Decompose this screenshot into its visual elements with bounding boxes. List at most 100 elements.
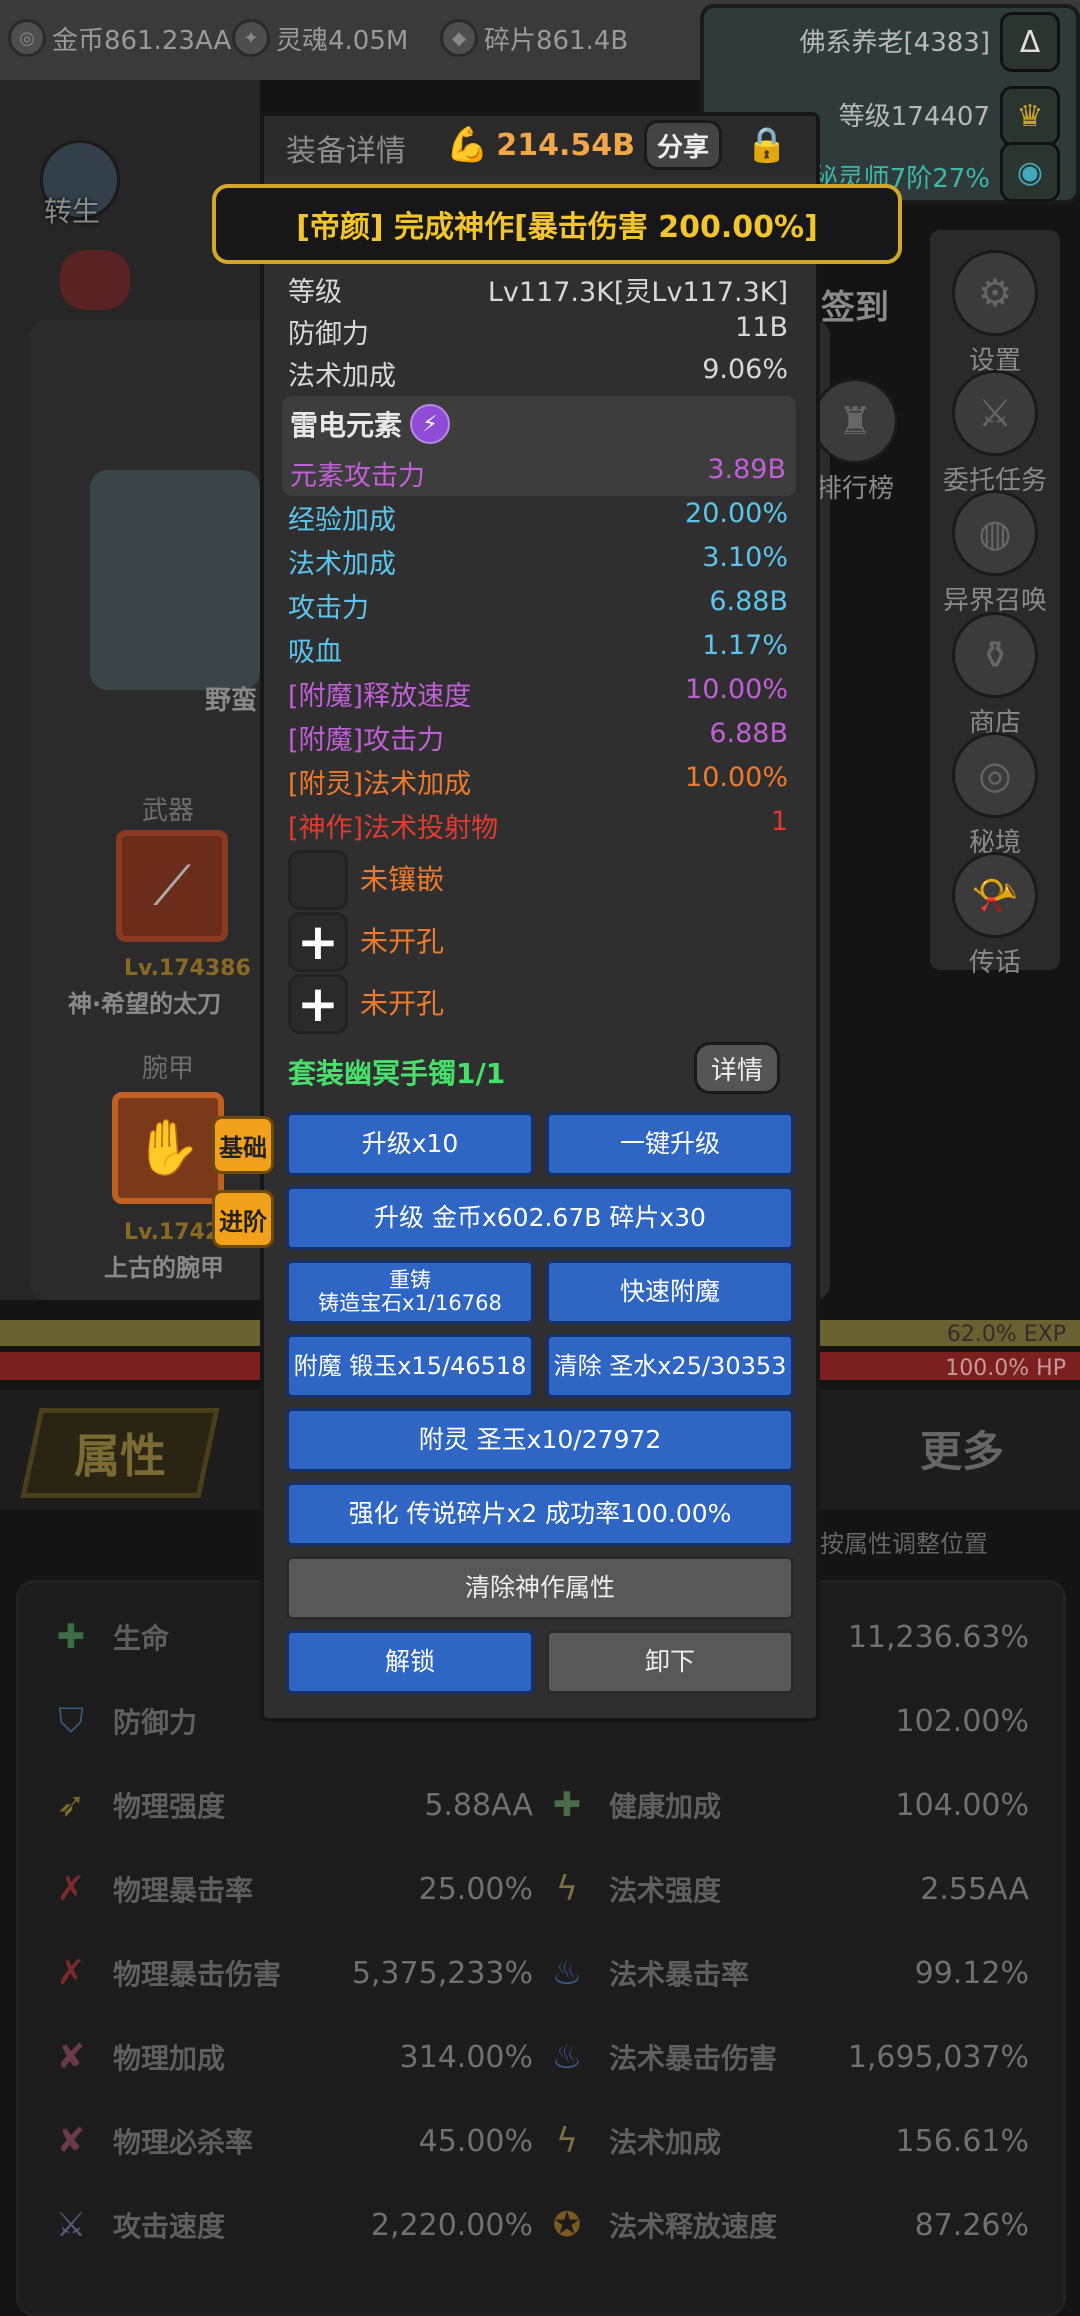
strengthen-button[interactable]: 强化 传说碎片x2 成功率100.00% bbox=[286, 1482, 794, 1546]
bracer-slot-label: 腕甲 bbox=[142, 1054, 195, 1084]
unequip-button[interactable]: 卸下 bbox=[546, 1630, 794, 1694]
weapon-slot[interactable]: ⟋ bbox=[116, 830, 228, 942]
spirit-attach-button[interactable]: 附灵 圣玉x10/27972 bbox=[286, 1408, 794, 1472]
extra-stat-row: [神作]法术投射物 1 bbox=[288, 806, 788, 844]
katana-icon: ⟋ bbox=[153, 854, 191, 917]
stat-row: ϟ 法术加成 156.61% bbox=[539, 2099, 1039, 2183]
stat-row: ✘ 物理必杀率 45.00% bbox=[43, 2099, 543, 2183]
stat-row: ➶ 物理强度 5.88AA bbox=[43, 1763, 543, 1847]
tab-basic[interactable]: 基础 bbox=[212, 1116, 274, 1174]
bracer-level: Lv.1742 bbox=[124, 1220, 221, 1245]
stat-name: 法术强度 bbox=[609, 1874, 722, 1907]
socket-empty[interactable] bbox=[288, 850, 348, 910]
shard-resource: ◆ 碎片861.4B bbox=[440, 14, 628, 62]
shard-icon: ◆ bbox=[440, 19, 478, 57]
stat-name: 物理暴击伤害 bbox=[113, 1958, 282, 1991]
combat-power: 💪 214.54B bbox=[446, 125, 635, 165]
set-detail-button[interactable]: 详情 bbox=[694, 1042, 780, 1094]
rebirth-label[interactable]: 转生 bbox=[44, 190, 100, 230]
character-helmet bbox=[90, 470, 260, 690]
settings-button[interactable]: ⚙ 设置 bbox=[920, 250, 1070, 377]
physical-strength-icon: ➶ bbox=[56, 1785, 86, 1825]
extra-stat-row: 吸血 1.17% bbox=[288, 630, 788, 668]
physical-crit-icon: ✗ bbox=[56, 1869, 86, 1909]
hp-text: 100.0% HP bbox=[945, 1356, 1066, 1381]
summon-button[interactable]: ◍ 异界召唤 bbox=[920, 490, 1070, 617]
bracer-slot[interactable]: ✋ bbox=[112, 1092, 224, 1204]
lightning-orb-icon: ⚡ bbox=[410, 404, 451, 444]
quick-enchant-button[interactable]: 快速附魔 bbox=[546, 1260, 794, 1324]
stat-row: ✚ 健康加成 104.00% bbox=[539, 1763, 1039, 1847]
commission-button[interactable]: ⚔ 委托任务 bbox=[920, 370, 1070, 497]
shop-button[interactable]: ⚱ 商店 bbox=[920, 612, 1070, 739]
stat-value: 104.00% bbox=[895, 1787, 1029, 1823]
extra-stat-row: 法术加成 3.10% bbox=[288, 542, 788, 580]
tab-attributes[interactable]: 属性 bbox=[20, 1408, 220, 1498]
stat-value: 87.26% bbox=[914, 2207, 1029, 2243]
stat-row: ✘ 物理加成 314.00% bbox=[43, 2015, 543, 2099]
recast-button[interactable]: 重铸 铸造宝石x1/16768 bbox=[286, 1260, 534, 1324]
physical-crit-damage-icon: ✗ bbox=[56, 1953, 86, 1993]
stat-value: 11,236.63% bbox=[847, 1619, 1029, 1655]
stat-value: 1,695,037% bbox=[847, 2039, 1029, 2075]
upgrade-cost-button[interactable]: 升级 金币x602.67B 碎片x30 bbox=[286, 1186, 794, 1250]
spiral-icon: ◉ bbox=[1000, 142, 1060, 202]
masterwork-banner: [帝颜] 完成神作[暴击伤害 200.00%] bbox=[212, 184, 902, 264]
horn-icon: 📯 bbox=[952, 852, 1038, 938]
secret-realm-button[interactable]: ◎ 秘境 bbox=[920, 732, 1070, 859]
gold-resource: ◎ 金币861.23AA bbox=[8, 14, 231, 62]
element-title: 雷电元素 ⚡ bbox=[290, 404, 451, 444]
stat-row-level: 等级 Lv117.3K[灵Lv117.3K] bbox=[288, 277, 788, 308]
stat-row: ✗ 物理暴击率 25.00% bbox=[43, 1847, 543, 1931]
extra-stat-row: 经验加成 20.00% bbox=[288, 498, 788, 536]
lock-icon[interactable]: 🔒 bbox=[740, 118, 794, 172]
enchant-button[interactable]: 附魔 锻玉x15/46518 bbox=[286, 1334, 534, 1398]
flexed-arm-icon: 💪 bbox=[446, 125, 489, 165]
weapon-slot-label: 武器 bbox=[142, 796, 195, 826]
spell-crit-icon: ♨ bbox=[551, 1953, 583, 1993]
sword-scroll-icon: ⚔ bbox=[952, 370, 1038, 456]
crown-icon: ♛ bbox=[1000, 86, 1060, 146]
modal-title: 装备详情 bbox=[286, 134, 406, 169]
shield-icon: ⛉ bbox=[58, 1701, 84, 1741]
barbarian-label: 野蛮 bbox=[205, 686, 258, 716]
stat-name: 物理必杀率 bbox=[113, 2126, 254, 2159]
stat-row-defense: 防御力 11B bbox=[288, 312, 788, 350]
socket-plus-icon[interactable]: + bbox=[288, 974, 348, 1034]
unlock-button[interactable]: 解锁 bbox=[286, 1630, 534, 1694]
realm-icon: ◎ bbox=[952, 732, 1038, 818]
element-attack-row: 元素攻击力 3.89B bbox=[290, 454, 786, 492]
tab-advanced[interactable]: 进阶 bbox=[212, 1190, 274, 1248]
share-button[interactable]: 分享 bbox=[644, 120, 722, 170]
bracer-name: 上古的腕甲 bbox=[104, 1254, 224, 1282]
stat-name: 法术加成 bbox=[609, 2126, 722, 2159]
stat-row: ♨ 法术暴击率 99.12% bbox=[539, 1931, 1039, 2015]
upgrade-x10-button[interactable]: 升级x10 bbox=[286, 1112, 534, 1176]
stat-value: 2,220.00% bbox=[370, 2207, 533, 2243]
spell-crit-damage-icon: ♨ bbox=[551, 2037, 583, 2077]
trophy-icon: ♜ bbox=[812, 378, 898, 464]
stat-name: 健康加成 bbox=[609, 1790, 722, 1823]
sort-hint[interactable]: 按属性调整位置 bbox=[820, 1524, 988, 1559]
stat-name: 法术释放速度 bbox=[609, 2210, 778, 2243]
stat-value: 314.00% bbox=[399, 2039, 533, 2075]
health-bonus-icon: ✚ bbox=[552, 1785, 582, 1825]
stat-value: 45.00% bbox=[418, 2123, 533, 2159]
attack-speed-icon: ⚔ bbox=[55, 2205, 87, 2245]
clear-enchant-button[interactable]: 清除 圣水x25/30353 bbox=[546, 1334, 794, 1398]
soul-icon: ✦ bbox=[232, 19, 270, 57]
stat-value: 5.88AA bbox=[424, 1787, 533, 1823]
stat-row: ♨ 法术暴击伤害 1,695,037% bbox=[539, 2015, 1039, 2099]
extra-stat-row: [附灵]法术加成 10.00% bbox=[288, 762, 788, 800]
one-click-upgrade-button[interactable]: 一键升级 bbox=[546, 1112, 794, 1176]
stat-name: 法术暴击率 bbox=[609, 1958, 750, 1991]
message-button[interactable]: 📯 传话 bbox=[920, 852, 1070, 979]
clear-masterwork-button[interactable]: 清除神作属性 bbox=[286, 1556, 794, 1620]
spell-bonus-icon: ϟ bbox=[555, 2121, 579, 2161]
meat-icon[interactable] bbox=[60, 250, 130, 310]
life-icon: ✚ bbox=[56, 1617, 86, 1657]
tab-more[interactable]: 更多 bbox=[920, 1418, 1004, 1479]
spell-strength-icon: ϟ bbox=[555, 1869, 579, 1909]
portal-icon: ◍ bbox=[952, 490, 1038, 576]
socket-plus-icon[interactable]: + bbox=[288, 912, 348, 972]
